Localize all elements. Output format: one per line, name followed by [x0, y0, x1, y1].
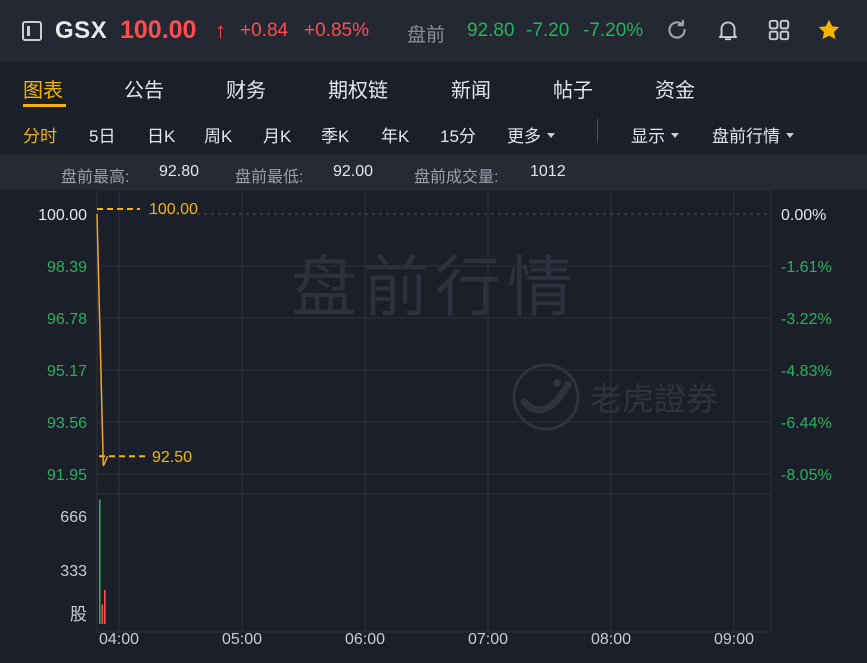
x-tick-label: 05:00: [222, 631, 262, 648]
price-change: +0.84: [240, 20, 289, 41]
period-quarterly-k[interactable]: 季K: [321, 122, 349, 147]
premarket-low-value: 92.00: [333, 163, 374, 180]
top-bar: GSX 100.00 ↑ +0.84 +0.85% 盘前 92.80 -7.20…: [0, 0, 867, 62]
tab-chart[interactable]: 图表: [23, 74, 63, 103]
period-15min[interactable]: 15分: [440, 122, 476, 147]
y-tick-label: 93.56: [47, 415, 87, 432]
x-tick-label: 04:00: [99, 631, 139, 648]
y-tick-label: 91.95: [47, 467, 87, 484]
more-label: 更多: [507, 127, 541, 146]
tiger-logo-icon: [512, 363, 580, 431]
chevron-down-icon: [547, 133, 555, 139]
last-price: 100.00: [120, 16, 197, 44]
period-yearly-k[interactable]: 年K: [381, 122, 409, 147]
session-label: 盘前行情: [712, 127, 780, 146]
divider: [597, 119, 598, 143]
watermark-text: 盘前行情: [291, 250, 579, 324]
premarket-volume-label: 盘前成交量:: [414, 169, 499, 186]
premarket-change-pct: -7.20%: [583, 20, 644, 41]
period-weekly-k[interactable]: 周K: [204, 122, 232, 147]
period-tabs: 分时 5日 日K 周K 月K 季K 年K 15分 更多 显示 盘前行情: [0, 110, 867, 152]
main-tabs: 图表 公告 财务 期权链 新闻 帖子 资金: [0, 62, 867, 110]
pct-tick-label: -6.44%: [781, 415, 832, 432]
active-tab-indicator: [23, 104, 66, 107]
x-tick-label: 07:00: [468, 631, 508, 648]
star-icon[interactable]: [816, 17, 842, 43]
more-dropdown[interactable]: 更多: [507, 122, 555, 147]
tab-news[interactable]: 新闻: [451, 74, 491, 103]
premarket-change: -7.20: [526, 20, 570, 41]
grid-icon[interactable]: [766, 17, 792, 43]
volume-bar: [99, 499, 101, 624]
y-tick-label: 95.17: [47, 363, 87, 380]
chart-plot: 100.00 92.50: [96, 201, 771, 467]
y-tick-label: 100.00: [38, 207, 87, 224]
premarket-high-label: 盘前最高:: [61, 169, 130, 186]
pct-tick-label: -3.22%: [781, 311, 832, 328]
sidebar-toggle-icon[interactable]: [22, 21, 42, 41]
y-tick-label: 96.78: [47, 311, 87, 328]
premarket-low-label: 盘前最低:: [235, 169, 304, 186]
tab-posts[interactable]: 帖子: [553, 74, 593, 103]
volume-bar: [104, 589, 106, 624]
ticker-symbol: GSX: [55, 17, 108, 44]
period-daily-k[interactable]: 日K: [147, 122, 175, 147]
pct-tick-label: -1.61%: [781, 259, 832, 276]
premarket-volume-value: 1012: [530, 163, 566, 180]
watermark-brand: 老虎證券: [590, 381, 718, 417]
premarket-high-value: 92.80: [159, 163, 200, 180]
up-arrow-icon: ↑: [215, 18, 226, 43]
session-dropdown[interactable]: 盘前行情: [712, 122, 794, 147]
tab-financials[interactable]: 财务: [226, 74, 266, 103]
price-line: [96, 213, 109, 467]
chevron-down-icon: [671, 133, 679, 139]
intraday-chart[interactable]: 盘前行情 老虎證券 100.00 98.39 96.78 95.17 93.56 91.9…: [0, 190, 867, 663]
volume-plot: [99, 499, 106, 624]
volume-tick-label: 666: [60, 509, 87, 526]
x-tick-label: 09:00: [714, 631, 754, 648]
tab-capital-flow[interactable]: 资金: [655, 74, 695, 103]
premarket-price: 92.80: [467, 20, 515, 41]
y-tick-label: 98.39: [47, 259, 87, 276]
volume-tick-label: 333: [60, 563, 87, 580]
x-tick-label: 06:00: [345, 631, 385, 648]
price-change-pct: +0.85%: [304, 20, 369, 41]
last-price-label: 92.50: [152, 449, 192, 466]
period-5day[interactable]: 5日: [89, 122, 115, 147]
period-monthly-k[interactable]: 月K: [263, 122, 291, 147]
refresh-icon[interactable]: [664, 17, 690, 43]
open-price-label: 100.00: [149, 201, 198, 218]
display-dropdown[interactable]: 显示: [631, 122, 679, 147]
premarket-stats-bar: 盘前最高: 92.80 盘前最低: 92.00 盘前成交量: 1012: [0, 154, 867, 190]
volume-bar: [101, 604, 104, 624]
volume-unit-label: 股: [70, 605, 87, 624]
period-intraday[interactable]: 分时: [23, 122, 57, 147]
chevron-down-icon: [786, 133, 794, 139]
x-tick-label: 08:00: [591, 631, 631, 648]
pct-tick-label: -4.83%: [781, 363, 832, 380]
pct-tick-label: 0.00%: [781, 207, 826, 224]
tab-announcements[interactable]: 公告: [124, 74, 164, 103]
premarket-label: 盘前: [407, 25, 446, 46]
tab-options-chain[interactable]: 期权链: [328, 74, 388, 103]
display-label: 显示: [631, 127, 665, 146]
bell-icon[interactable]: [715, 17, 741, 43]
pct-tick-label: -8.05%: [781, 467, 832, 484]
